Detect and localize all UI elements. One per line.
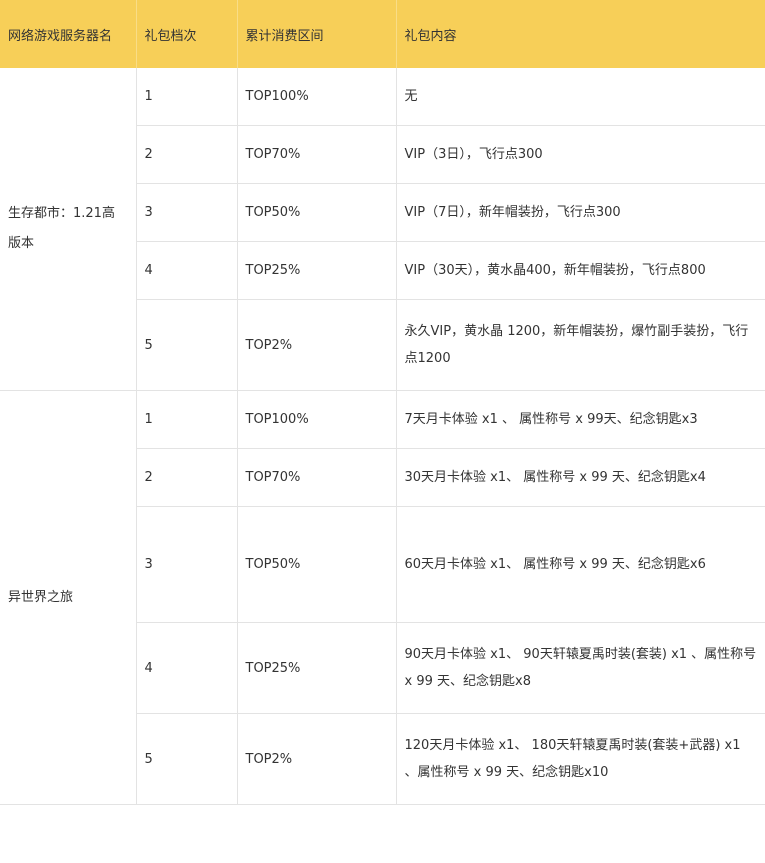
header-tier: 礼包档次 bbox=[136, 0, 238, 68]
table-row: 生存都市：1.21高版本 1 TOP100% 无 bbox=[0, 68, 765, 391]
range-cell: TOP50% bbox=[237, 183, 397, 242]
tier-cell: 5 bbox=[136, 713, 238, 805]
content-cell: 30天月卡体验 x1、 属性称号 x 99 天、纪念钥匙x4 bbox=[396, 448, 765, 507]
tier-cell: 3 bbox=[136, 183, 238, 242]
tier-cell: 2 bbox=[136, 448, 238, 507]
tier-cell: 5 bbox=[136, 299, 238, 391]
tier-cell: 1 bbox=[136, 68, 238, 126]
range-cell: TOP25% bbox=[237, 622, 397, 714]
range-cell: TOP70% bbox=[237, 125, 397, 184]
content-cell: 120天月卡体验 x1、 180天轩辕夏禹时装(套装+武器) x1 、属性称号 … bbox=[396, 713, 765, 805]
range-cell: TOP2% bbox=[237, 713, 397, 805]
header-row: 网络游戏服务器名 礼包档次 累计消费区间 礼包内容 bbox=[0, 0, 765, 68]
tier-cell: 4 bbox=[136, 622, 238, 714]
tier-cell: 2 bbox=[136, 125, 238, 184]
content-cell: 无 bbox=[396, 68, 765, 126]
tier-cell: 1 bbox=[136, 390, 238, 449]
server-name: 生存都市：1.21高版本 bbox=[0, 68, 137, 391]
range-cell: TOP50% bbox=[237, 506, 397, 623]
range-cell: TOP25% bbox=[237, 241, 397, 300]
gift-table: 网络游戏服务器名 礼包档次 累计消费区间 礼包内容 生存都市：1.21高版本 1… bbox=[0, 0, 765, 805]
content-cell: VIP（7日），新年帽装扮，飞行点300 bbox=[396, 183, 765, 242]
server-name: 异世界之旅 bbox=[0, 390, 137, 805]
tier-cell: 4 bbox=[136, 241, 238, 300]
range-cell: TOP100% bbox=[237, 68, 397, 126]
header-range: 累计消费区间 bbox=[237, 0, 397, 68]
content-cell: VIP（3日），飞行点300 bbox=[396, 125, 765, 184]
content-cell: 60天月卡体验 x1、 属性称号 x 99 天、纪念钥匙x6 bbox=[396, 506, 765, 623]
content-cell: 永久VIP，黄水晶 1200，新年帽装扮，爆竹副手装扮，飞行点1200 bbox=[396, 299, 765, 391]
content-cell: VIP（30天），黄水晶400，新年帽装扮，飞行点800 bbox=[396, 241, 765, 300]
range-cell: TOP2% bbox=[237, 299, 397, 391]
range-cell: TOP70% bbox=[237, 448, 397, 507]
tier-cell: 3 bbox=[136, 506, 238, 623]
header-server: 网络游戏服务器名 bbox=[0, 0, 137, 68]
content-cell: 7天月卡体验 x1 、 属性称号 x 99天、纪念钥匙x3 bbox=[396, 390, 765, 449]
header-content: 礼包内容 bbox=[396, 0, 765, 68]
table-row: 异世界之旅 1 TOP100% 7天月卡体验 x1 、 属性称号 x 99天、纪… bbox=[0, 390, 765, 805]
content-cell: 90天月卡体验 x1、 90天轩辕夏禹时装(套装) x1 、属性称号 x 99 … bbox=[396, 622, 765, 714]
range-cell: TOP100% bbox=[237, 390, 397, 449]
